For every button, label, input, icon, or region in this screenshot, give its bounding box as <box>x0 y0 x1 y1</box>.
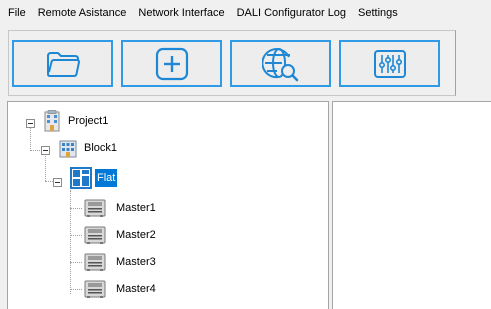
menu-settings[interactable]: Settings <box>352 0 404 26</box>
menu-remote-assistance[interactable]: Remote Asistance <box>32 0 133 26</box>
network-search-button[interactable] <box>230 40 331 87</box>
tree-connector <box>30 127 31 151</box>
menu-file[interactable]: File <box>0 0 32 26</box>
tree-node-label: Master1 <box>116 202 156 214</box>
tree-node-project[interactable]: Project1 <box>42 110 110 132</box>
tree-node-label: Flat <box>95 169 118 187</box>
tree-connector <box>70 235 82 236</box>
add-icon <box>155 47 188 80</box>
tree-node-label: Master3 <box>116 256 156 268</box>
tree-node-master[interactable]: Master4 <box>84 279 158 299</box>
sliders-icon <box>373 49 406 78</box>
tree-node-label: Block1 <box>84 142 118 154</box>
details-pane <box>332 101 491 309</box>
tree-node-block[interactable]: Block1 <box>58 138 119 158</box>
open-project-button[interactable] <box>12 40 113 87</box>
collapse-project-toggle[interactable] <box>26 119 35 128</box>
network-search-icon <box>261 47 298 81</box>
tree-node-label: Master4 <box>116 283 156 295</box>
tree-connector <box>70 262 82 263</box>
building-icon <box>44 110 60 132</box>
dali-master-device-icon <box>84 199 106 217</box>
menu-network-interface[interactable]: Network Interface <box>132 0 230 26</box>
tree-node-master[interactable]: Master3 <box>84 252 158 272</box>
collapse-flat-toggle[interactable] <box>53 178 62 187</box>
menu-dali-configurator-log[interactable]: DALI Configurator Log <box>231 0 352 26</box>
tree-connector <box>45 156 46 181</box>
add-button[interactable] <box>121 40 222 87</box>
tree-node-master[interactable]: Master2 <box>84 225 158 245</box>
settings-mixer-button[interactable] <box>339 40 440 87</box>
dali-master-device-icon <box>84 253 106 271</box>
dali-master-device-icon <box>84 280 106 298</box>
tree-connector <box>70 190 71 294</box>
tree-node-label: Project1 <box>68 115 109 127</box>
floorplan-icon <box>70 167 92 189</box>
tree-node-flat[interactable]: Flat <box>70 167 118 189</box>
building-block-icon <box>59 140 77 158</box>
tree-node-label: Master2 <box>116 229 156 241</box>
tree-connector <box>70 289 82 290</box>
toolbar <box>8 30 456 96</box>
tree-connector <box>70 208 82 209</box>
menu-bar: File Remote Asistance Network Interface … <box>0 0 491 26</box>
project-tree-pane[interactable]: Project1 Block1 Flat Master1 Master2 Mas… <box>7 101 329 309</box>
tree-connector <box>30 150 40 151</box>
tree-node-master[interactable]: Master1 <box>84 198 158 218</box>
folder-icon <box>46 51 80 77</box>
dali-master-device-icon <box>84 226 106 244</box>
collapse-block-toggle[interactable] <box>41 146 50 155</box>
